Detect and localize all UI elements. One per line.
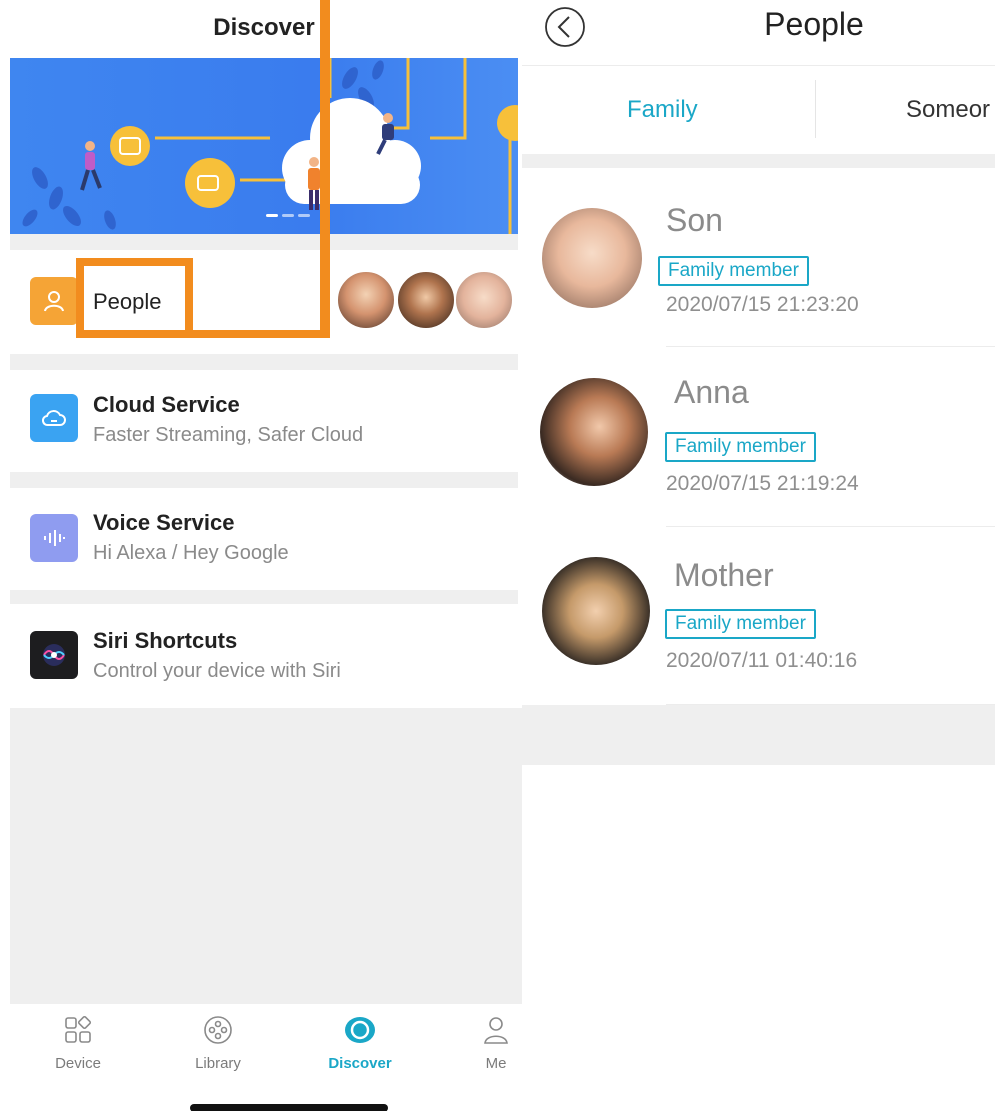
person-date: 2020/07/11 01:40:16 <box>666 649 858 672</box>
voice-service-title: Voice Service <box>93 510 235 535</box>
me-icon <box>484 1017 508 1044</box>
tab-discover[interactable]: Discover <box>300 1014 420 1072</box>
voice-service-row[interactable]: Voice Service Hi Alexa / Hey Google <box>10 488 518 590</box>
section-gap <box>522 705 995 765</box>
tab-family[interactable]: Family <box>627 96 698 124</box>
people-header: People <box>522 0 995 66</box>
siri-icon <box>30 631 78 679</box>
person-row[interactable]: Mother Family member 2020/07/11 01:40:16 <box>522 527 995 705</box>
page-title: Discover <box>213 14 315 41</box>
discover-header: Discover <box>10 0 518 56</box>
library-icon <box>204 1016 232 1044</box>
family-member-badge: Family member <box>665 609 816 639</box>
promo-banner[interactable] <box>10 58 518 234</box>
cloud-service-row[interactable]: Cloud Service Faster Streaming, Safer Cl… <box>10 370 518 472</box>
cloud-service-subtitle: Faster Streaming, Safer Cloud <box>93 424 364 446</box>
voice-icon <box>30 514 78 562</box>
section-gap <box>10 472 518 488</box>
discover-icon <box>345 1017 375 1043</box>
tab-label: Device <box>55 1055 101 1072</box>
people-tabs: Family Someor <box>522 68 995 154</box>
tab-library[interactable]: Library <box>158 1014 278 1072</box>
avatar <box>542 208 642 308</box>
person-icon <box>30 277 78 325</box>
highlight-line <box>320 0 330 338</box>
person-name: Son <box>666 202 723 238</box>
device-icon <box>65 1015 92 1043</box>
cloud-icon <box>30 394 78 442</box>
page-title: People <box>764 6 864 42</box>
family-member-badge: Family member <box>665 432 816 462</box>
highlight-box <box>76 258 193 338</box>
siri-shortcuts-title: Siri Shortcuts <box>93 628 238 653</box>
avatar <box>542 557 650 665</box>
person-name: Mother <box>674 557 774 593</box>
section-gap <box>10 354 518 370</box>
discover-screen: Discover People Cloud Service Faster Str… <box>10 0 565 1111</box>
home-indicator <box>190 1104 388 1111</box>
empty-area <box>10 708 565 1004</box>
avatar <box>336 270 396 330</box>
person-date: 2020/07/15 21:23:20 <box>666 293 859 316</box>
tab-device[interactable]: Device <box>18 1014 138 1072</box>
divider <box>666 346 995 347</box>
siri-shortcuts-row[interactable]: Siri Shortcuts Control your device with … <box>10 604 518 708</box>
avatar <box>540 378 648 486</box>
person-row[interactable]: Son Family member 2020/07/15 21:23:20 <box>522 168 995 348</box>
banner-illustration <box>22 58 518 234</box>
tab-label: Discover <box>328 1055 392 1072</box>
voice-service-subtitle: Hi Alexa / Hey Google <box>93 542 289 564</box>
avatar <box>454 270 514 330</box>
tab-someone[interactable]: Someor <box>906 96 990 124</box>
highlight-line <box>184 330 330 338</box>
person-row[interactable]: Anna Family member 2020/07/15 21:19:24 <box>522 348 995 526</box>
screen: Discover People Cloud Service Faster Str… <box>0 0 995 1111</box>
people-avatars <box>336 270 516 332</box>
section-gap <box>10 234 518 250</box>
cloud-service-title: Cloud Service <box>93 392 240 417</box>
person-name: Anna <box>674 374 749 410</box>
tab-label: Library <box>195 1055 241 1072</box>
section-gap <box>522 154 995 168</box>
person-date: 2020/07/15 21:19:24 <box>666 472 859 495</box>
avatar <box>396 270 456 330</box>
tab-bar: Device Library Discover Me <box>10 1004 565 1111</box>
family-member-badge: Family member <box>658 256 809 286</box>
people-screen: People Family Someor Son Family member 2… <box>522 0 995 1111</box>
section-gap <box>10 590 518 604</box>
tab-divider <box>815 80 816 138</box>
siri-shortcuts-subtitle: Control your device with Siri <box>93 660 341 682</box>
